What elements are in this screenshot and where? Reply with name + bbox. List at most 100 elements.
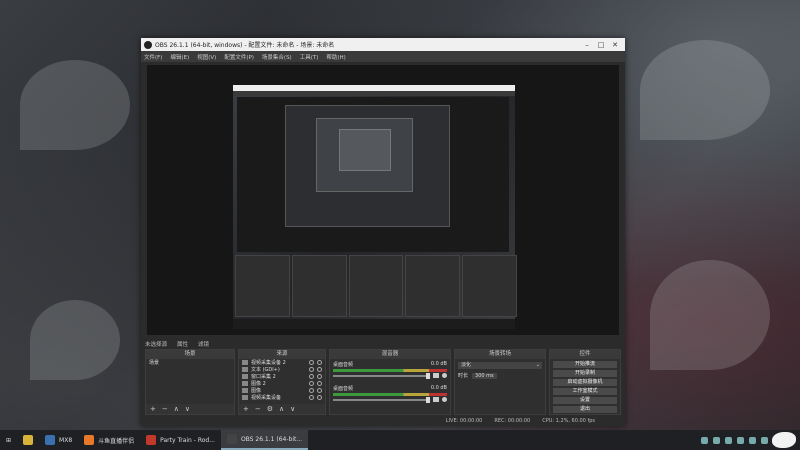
lock-icon[interactable]	[317, 374, 322, 379]
speaker-icon[interactable]	[433, 397, 439, 402]
maximize-button[interactable]: □	[594, 41, 608, 49]
file-explorer-button[interactable]	[17, 430, 39, 450]
move-up-icon[interactable]: ∧	[279, 405, 284, 413]
tray-icon[interactable]	[713, 436, 720, 444]
settings-button[interactable]: 设置	[553, 397, 617, 404]
taskbar-label: 斗鱼直播伴侣	[98, 437, 135, 445]
source-icon	[242, 381, 248, 386]
visibility-icon[interactable]	[309, 395, 314, 400]
volume-slider[interactable]	[333, 396, 430, 403]
nested-dock	[405, 255, 461, 317]
source-item[interactable]: 图像	[239, 387, 325, 394]
nested-docks	[233, 255, 519, 317]
menu-profile[interactable]: 配置文件(P)	[224, 53, 254, 61]
track-name: 桌面音频	[333, 362, 354, 368]
preview-canvas[interactable]	[147, 65, 619, 335]
gear-icon[interactable]	[442, 373, 447, 378]
exit-button[interactable]: 退出	[553, 406, 617, 413]
source-item[interactable]: 视频采集设备 2	[239, 359, 325, 366]
duration-label: 时长	[458, 373, 469, 379]
lock-icon[interactable]	[317, 367, 322, 372]
remove-source-icon[interactable]: −	[255, 405, 261, 413]
visibility-icon[interactable]	[309, 381, 314, 386]
sources-dock: 来源 视频采集设备 2 文本 (GDI+) 窗口采集 2 图像 2 图像 视频采…	[238, 349, 326, 415]
virtual-camera-button[interactable]: 启动虚拟摄像机	[553, 379, 617, 386]
tray-icon[interactable]	[761, 436, 768, 444]
visibility-icon[interactable]	[309, 388, 314, 393]
app-icon	[226, 434, 237, 444]
studio-mode-button[interactable]: 工作室模式	[553, 388, 617, 395]
lock-icon[interactable]	[317, 381, 322, 386]
source-item[interactable]: 文本 (GDI+)	[239, 366, 325, 373]
transitions-dock: 场景转场 淡化 ⌄ 时长 300 ms	[454, 349, 546, 415]
visibility-icon[interactable]	[309, 374, 314, 379]
tray-icon[interactable]	[725, 436, 732, 444]
taskbar-label: Party Train - Rod...	[160, 436, 215, 444]
speaker-icon[interactable]	[433, 373, 439, 378]
duration-input[interactable]: 300 ms	[472, 372, 497, 379]
gear-icon[interactable]	[442, 397, 447, 402]
nested-taskbar	[233, 319, 515, 329]
status-bar: LIVE: 00:00:00 REC: 00:00:00 CPU: 1.2%, …	[141, 416, 625, 426]
mixer-track: 桌面音频 0.0 dB	[330, 383, 450, 407]
source-item[interactable]: 视频采集设备	[239, 394, 325, 401]
start-recording-button[interactable]: 开始录制	[553, 370, 617, 377]
close-button[interactable]: ✕	[608, 41, 622, 49]
gear-icon[interactable]: ⚙	[267, 405, 273, 413]
source-icon	[242, 374, 248, 379]
tray-icon[interactable]	[737, 436, 744, 444]
filters-button[interactable]: 滤镜	[198, 340, 209, 348]
lock-icon[interactable]	[317, 360, 322, 365]
app-icon	[84, 435, 95, 445]
taskbar-label: OBS 26.1.1 (64-bit...	[240, 435, 303, 443]
move-down-icon[interactable]: ∨	[185, 405, 190, 413]
mascot-icon	[772, 432, 796, 448]
taskbar-item-music[interactable]: Party Train - Rod...	[140, 430, 221, 450]
slider-knob[interactable]	[426, 372, 430, 379]
duration-row: 时长 300 ms	[458, 372, 542, 379]
lock-icon[interactable]	[317, 388, 322, 393]
scene-item[interactable]: 场景	[146, 359, 234, 366]
minimize-button[interactable]: –	[580, 41, 594, 49]
menu-help[interactable]: 帮助(H)	[326, 53, 345, 61]
no-source-label: 未选择源	[145, 341, 168, 348]
lock-icon[interactable]	[317, 395, 322, 400]
move-down-icon[interactable]: ∨	[290, 405, 295, 413]
taskbar-item-douyu[interactable]: 斗鱼直播伴侣	[78, 430, 140, 450]
source-label: 图像 2	[251, 381, 266, 387]
add-source-icon[interactable]: +	[243, 405, 249, 413]
source-icon	[242, 367, 248, 372]
remove-scene-icon[interactable]: −	[162, 405, 168, 413]
menu-edit[interactable]: 编辑(E)	[170, 53, 189, 61]
source-label: 视频采集设备 2	[251, 360, 286, 366]
taskbar-item-mx8[interactable]: MX8	[39, 430, 78, 450]
visibility-icon[interactable]	[309, 367, 314, 372]
menu-tools[interactable]: 工具(T)	[300, 53, 319, 61]
nested-dock	[291, 255, 347, 317]
tray-icon[interactable]	[749, 436, 756, 444]
volume-slider[interactable]	[333, 372, 430, 379]
move-up-icon[interactable]: ∧	[174, 405, 179, 413]
wallpaper-petal	[640, 40, 770, 140]
visibility-icon[interactable]	[309, 360, 314, 365]
tray-icon[interactable]	[701, 436, 708, 444]
source-label: 文本 (GDI+)	[251, 367, 280, 373]
properties-button[interactable]: 属性	[177, 340, 188, 348]
wallpaper-petal	[30, 300, 120, 380]
rec-timer: REC: 00:00:00	[494, 418, 531, 424]
menu-scene-collection[interactable]: 场景集合(S)	[262, 53, 292, 61]
transition-value: 淡化	[461, 362, 472, 368]
windows-icon: ⊞	[6, 436, 12, 444]
menu-view[interactable]: 视图(V)	[197, 53, 216, 61]
controls-dock: 控件 开始推流 开始录制 启动虚拟摄像机 工作室模式 设置 退出	[549, 349, 621, 415]
start-button[interactable]: ⊞	[0, 430, 17, 450]
app-icon	[45, 435, 56, 445]
source-item[interactable]: 图像 2	[239, 380, 325, 387]
add-scene-icon[interactable]: +	[150, 405, 156, 413]
source-item[interactable]: 窗口采集 2	[239, 373, 325, 380]
start-streaming-button[interactable]: 开始推流	[553, 361, 617, 368]
taskbar-item-obs[interactable]: OBS 26.1.1 (64-bit...	[220, 430, 309, 450]
slider-knob[interactable]	[426, 396, 430, 403]
menu-file[interactable]: 文件(F)	[144, 53, 162, 61]
transition-select[interactable]: 淡化 ⌄	[458, 362, 542, 369]
